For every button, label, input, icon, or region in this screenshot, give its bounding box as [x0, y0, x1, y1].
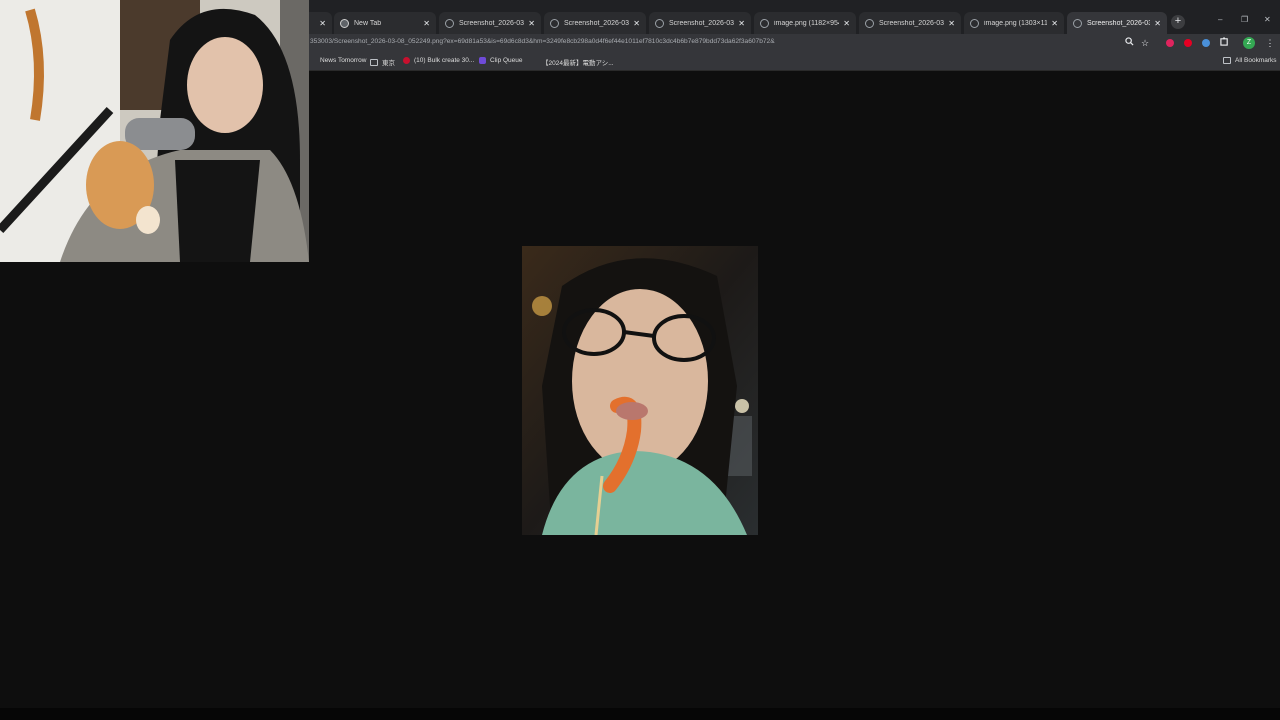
page-icon — [970, 18, 979, 28]
streamer-webcam-feed — [0, 0, 309, 262]
viewed-photo[interactable] — [522, 246, 758, 535]
tab-image-1[interactable]: image.png (1182×954) ✕ — [754, 12, 856, 34]
tab-new-tab[interactable]: New Tab ✕ — [334, 12, 436, 34]
tab-screenshot-1[interactable]: Screenshot_2026-03-14_0 ✕ — [439, 12, 541, 34]
new-tab-button[interactable]: + — [1171, 15, 1185, 29]
tab-active-screenshot[interactable]: Screenshot_2026-03-08_0 ✕ — [1067, 12, 1167, 34]
bookmark-folder-tokyo[interactable]: 東京 — [370, 57, 395, 67]
page-icon — [1073, 18, 1082, 28]
page-icon — [530, 59, 538, 66]
close-window-icon[interactable]: ✕ — [1264, 15, 1271, 24]
tab-title: image.png (1182×954) — [774, 19, 840, 27]
tab-title: New Tab — [354, 19, 382, 27]
close-icon[interactable]: ✕ — [843, 19, 850, 28]
webcam-overlay — [0, 0, 309, 262]
page-icon — [308, 57, 316, 64]
folder-icon — [370, 58, 378, 66]
bookmark-label: News Tomorrow — [320, 57, 367, 64]
tab-title: Screenshot_2026-03-14_0 — [459, 19, 524, 27]
bookmark-label: (10) Bulk create 30... — [414, 57, 475, 64]
all-bookmarks[interactable]: All Bookmarks — [1223, 57, 1277, 64]
tab-screenshot-3[interactable]: Screenshot_2026-03-13_1 ✕ — [649, 12, 751, 34]
bookmark-label: Clip Queue — [490, 57, 523, 64]
bookmark-clip-queue[interactable]: Clip Queue — [479, 57, 523, 64]
tab-title: Screenshot_2026-03-14_0 — [564, 19, 629, 27]
bookmark-label: 【2024最新】電動アシ... — [542, 60, 614, 67]
folder-icon — [1223, 57, 1231, 64]
page-icon — [550, 18, 559, 28]
tab-screenshot-4[interactable]: Screenshot_2026-03-13_1 ✕ — [859, 12, 961, 34]
bookmark-2024-ebike[interactable]: 【2024最新】電動アシ... — [530, 57, 614, 67]
close-icon[interactable]: ✕ — [1154, 19, 1161, 28]
close-icon[interactable]: ✕ — [633, 19, 640, 28]
close-icon[interactable]: ✕ — [738, 19, 745, 28]
all-bookmarks-label: All Bookmarks — [1235, 57, 1277, 64]
bookmark-star-icon[interactable]: ☆ — [1138, 36, 1152, 50]
profile-avatar[interactable]: Z — [1243, 37, 1255, 49]
close-icon[interactable]: ✕ — [948, 19, 955, 28]
menu-kebab-icon[interactable]: ⋮ — [1263, 36, 1277, 50]
close-icon[interactable]: ✕ — [319, 19, 326, 28]
tab-screenshot-2[interactable]: Screenshot_2026-03-14_0 ✕ — [544, 12, 646, 34]
twitch-icon — [479, 57, 486, 64]
bookmark-bulk-create[interactable]: (10) Bulk create 30... — [403, 57, 474, 64]
zoom-icon[interactable] — [1122, 36, 1136, 50]
page-icon — [445, 18, 454, 28]
chrome-icon — [340, 18, 349, 28]
tab-image-2[interactable]: image.png (1303×1154) ✕ — [964, 12, 1064, 34]
tab-title: image.png (1303×1154) — [984, 19, 1048, 27]
youtube-icon — [403, 57, 410, 64]
tab-title: Screenshot_2026-03-08_0 — [1087, 19, 1151, 27]
photo-woman-eating-shrimp — [522, 246, 758, 535]
bookmark-news-tomorrow[interactable]: News Tomorrow — [308, 57, 366, 64]
close-icon[interactable]: ✕ — [528, 19, 535, 28]
page-icon — [760, 18, 769, 28]
restore-icon[interactable]: ❐ — [1241, 15, 1248, 24]
minimize-icon[interactable]: – — [1218, 15, 1222, 24]
bottom-strip — [0, 708, 1280, 720]
address-bar-url[interactable]: 353003/Screenshot_2026-03-08_052249.png?… — [310, 38, 775, 45]
close-icon[interactable]: ✕ — [1051, 19, 1058, 28]
pinterest-extension-icon[interactable] — [1184, 39, 1192, 47]
bookmark-label: 東京 — [382, 60, 395, 67]
extensions-puzzle-icon[interactable] — [1217, 36, 1231, 50]
tab-title: Screenshot_2026-03-13_1 — [879, 19, 944, 27]
tab-title: Screenshot_2026-03-13_1 — [669, 19, 734, 27]
page-icon — [655, 18, 664, 28]
extension-icon[interactable] — [1166, 39, 1174, 47]
extension-icon[interactable] — [1202, 39, 1210, 47]
page-icon — [865, 18, 874, 28]
close-icon[interactable]: ✕ — [423, 19, 430, 28]
